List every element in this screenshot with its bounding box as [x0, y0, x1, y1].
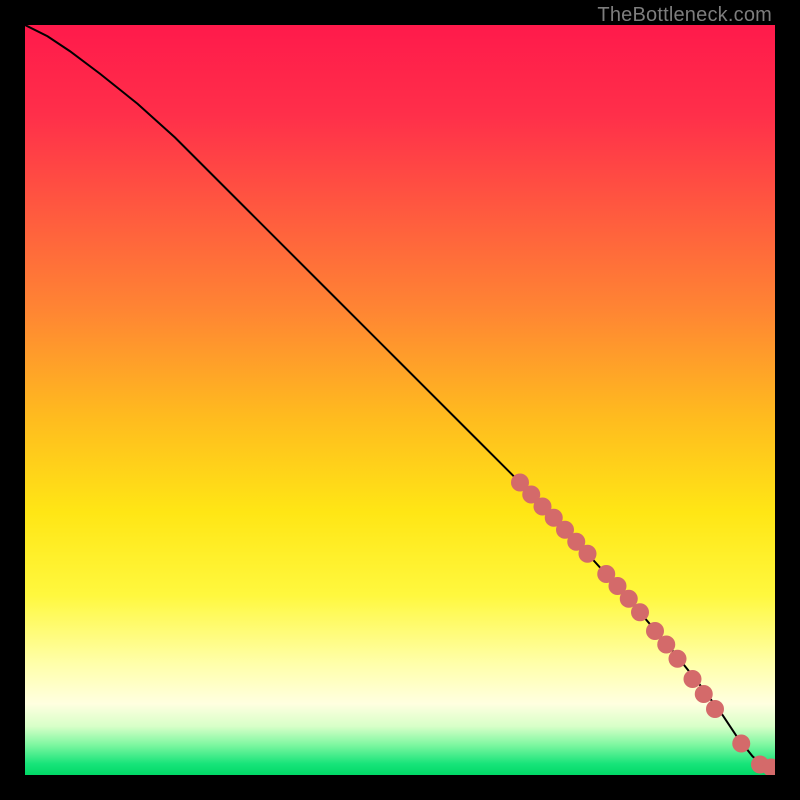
data-marker: [732, 735, 750, 753]
data-marker: [684, 670, 702, 688]
data-marker: [669, 650, 687, 668]
watermark-text: TheBottleneck.com: [597, 4, 772, 27]
data-marker: [657, 636, 675, 654]
data-marker: [695, 685, 713, 703]
gradient-background: [25, 25, 775, 775]
data-marker: [631, 603, 649, 621]
data-marker: [706, 700, 724, 718]
chart-svg: [25, 25, 775, 775]
data-marker: [579, 545, 597, 563]
chart-stage: TheBottleneck.com: [0, 0, 800, 800]
plot-area: [25, 25, 775, 775]
